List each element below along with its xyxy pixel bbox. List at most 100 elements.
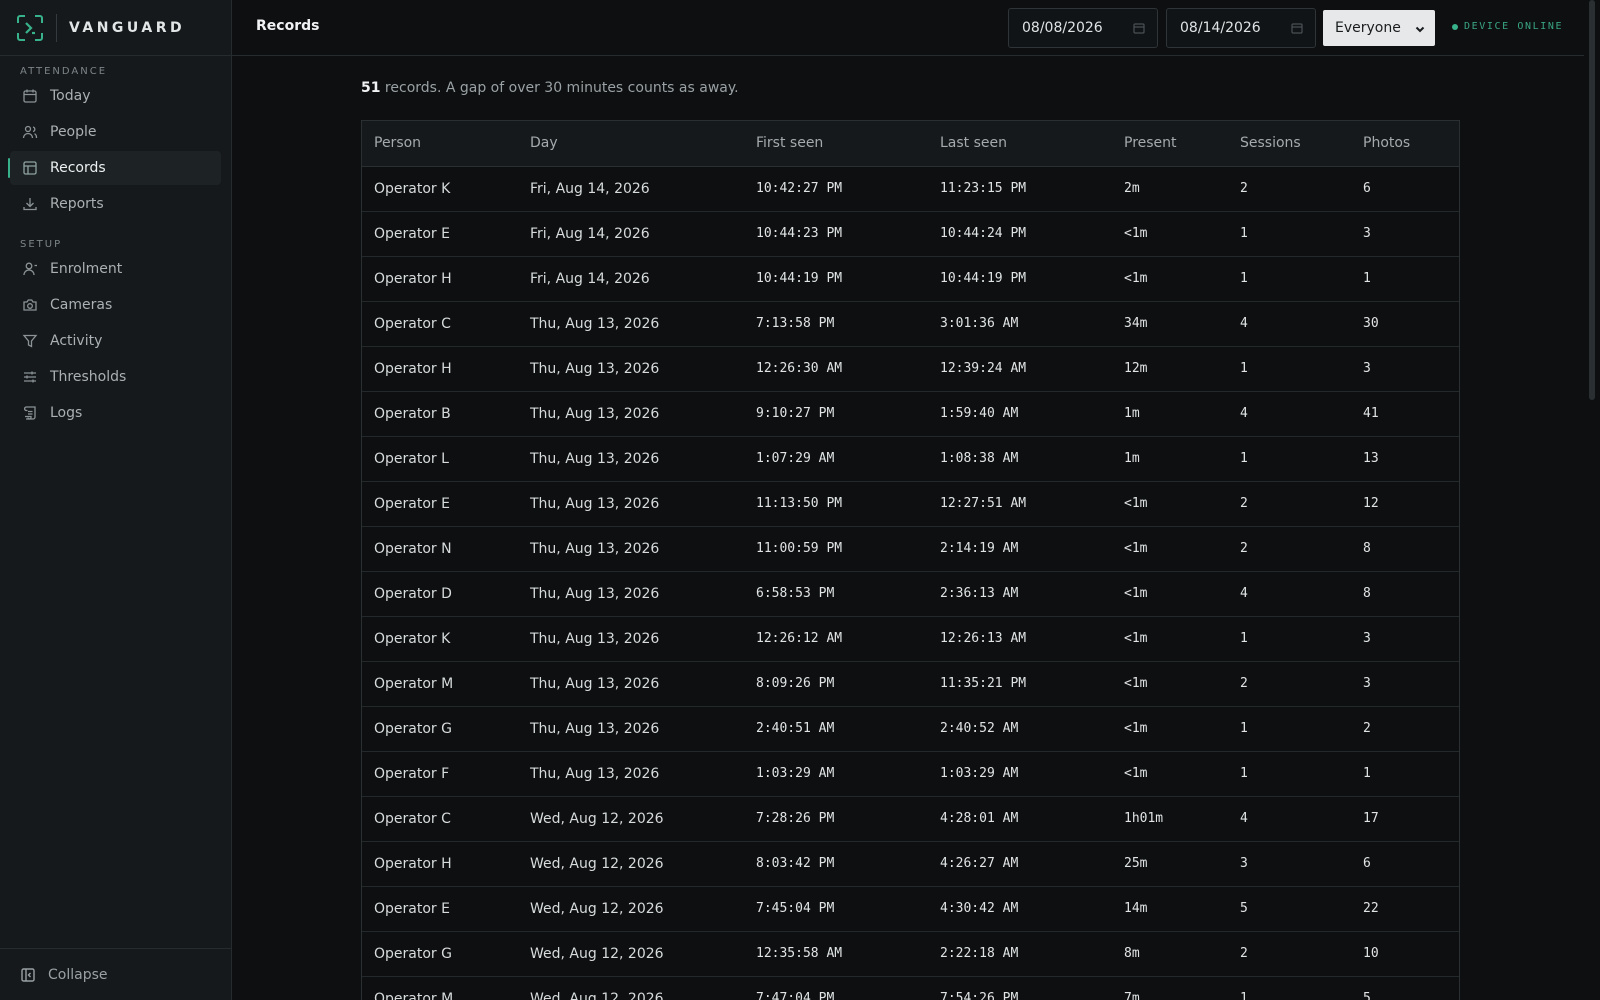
cell-first-seen: 9:10:27 PM xyxy=(756,406,835,421)
table-row[interactable]: Operator C Wed, Aug 12, 2026 7:28:26 PM 4:2… xyxy=(362,796,1459,841)
cell-photos: 3 xyxy=(1363,676,1371,691)
table-row[interactable]: Operator E Thu, Aug 13, 2026 11:13:50 PM 12… xyxy=(362,481,1459,526)
to-date-input[interactable]: 08/14/2026 xyxy=(1166,8,1316,48)
sidebar-item-reports[interactable]: Reports xyxy=(10,187,221,221)
cell-first-seen: 7:45:04 PM xyxy=(756,901,835,916)
sidebar-item-logs[interactable]: Logs xyxy=(10,396,221,430)
cell-first-seen: 7:47:04 PM xyxy=(756,991,835,1000)
cell-sessions: 4 xyxy=(1240,586,1248,601)
download-icon xyxy=(22,196,38,212)
cell-day: Thu, Aug 13, 2026 xyxy=(530,315,660,332)
records-count: 51 xyxy=(361,80,381,96)
table-row[interactable]: Operator H Thu, Aug 13, 2026 12:26:30 AM 12… xyxy=(362,346,1459,391)
column-header-day[interactable]: Day xyxy=(518,121,744,167)
scrollbar-thumb[interactable] xyxy=(1589,0,1595,400)
brand-name: VANGUARD xyxy=(69,19,186,36)
table-row[interactable]: Operator E Fri, Aug 14, 2026 10:44:23 PM 10… xyxy=(362,211,1459,256)
cell-person: Operator E xyxy=(374,900,450,917)
brand: VANGUARD xyxy=(0,0,231,56)
table-row[interactable]: Operator B Thu, Aug 13, 2026 9:10:27 PM 1:5… xyxy=(362,391,1459,436)
sidebar-item-label: Logs xyxy=(50,405,83,421)
cell-first-seen: 7:28:26 PM xyxy=(756,811,835,826)
column-header-present[interactable]: Present xyxy=(1112,121,1228,167)
person-select[interactable]: Everyone xyxy=(1323,10,1435,46)
cell-photos: 2 xyxy=(1363,721,1371,736)
cell-last-seen: 4:26:27 AM xyxy=(940,856,1019,871)
sidebar-item-label: Records xyxy=(50,160,106,176)
sidebar-item-enrolment[interactable]: Enrolment xyxy=(10,252,221,286)
cell-person: Operator L xyxy=(374,450,449,467)
cell-present: 1h01m xyxy=(1124,811,1164,826)
table-row[interactable]: Operator C Thu, Aug 13, 2026 7:13:58 PM 3:0… xyxy=(362,301,1459,346)
device-status-label: DEVICE ONLINE xyxy=(1464,21,1564,32)
sidebar-item-today[interactable]: Today xyxy=(10,79,221,113)
cell-day: Thu, Aug 13, 2026 xyxy=(530,765,660,782)
cell-last-seen: 2:14:19 AM xyxy=(940,541,1019,556)
table-row[interactable]: Operator G Thu, Aug 13, 2026 2:40:51 AM 2:4… xyxy=(362,706,1459,751)
cell-last-seen: 10:44:24 PM xyxy=(940,226,1027,241)
cell-present: <1m xyxy=(1124,721,1148,736)
cell-first-seen: 12:26:12 AM xyxy=(756,631,843,646)
table-row[interactable]: Operator D Thu, Aug 13, 2026 6:58:53 PM 2:3… xyxy=(362,571,1459,616)
records-summary: 51 records. A gap of over 30 minutes cou… xyxy=(361,80,739,96)
table-icon xyxy=(22,160,38,176)
cell-day: Wed, Aug 12, 2026 xyxy=(530,900,664,917)
cell-day: Fri, Aug 14, 2026 xyxy=(530,180,650,197)
table-row[interactable]: Operator L Thu, Aug 13, 2026 1:07:29 AM 1:0… xyxy=(362,436,1459,481)
cell-person: Operator N xyxy=(374,540,452,557)
cell-day: Thu, Aug 13, 2026 xyxy=(530,495,660,512)
sidebar-item-people[interactable]: People xyxy=(10,115,221,149)
scrollbar[interactable] xyxy=(1584,0,1600,1000)
table-row[interactable]: Operator N Thu, Aug 13, 2026 11:00:59 PM 2:… xyxy=(362,526,1459,571)
cell-first-seen: 8:03:42 PM xyxy=(756,856,835,871)
sidebar-item-cameras[interactable]: Cameras xyxy=(10,288,221,322)
column-header-sessions[interactable]: Sessions xyxy=(1228,121,1351,167)
cell-photos: 1 xyxy=(1363,271,1371,286)
column-header-person[interactable]: Person xyxy=(362,121,518,167)
cell-person: Operator M xyxy=(374,675,454,692)
cell-last-seen: 12:39:24 AM xyxy=(940,361,1027,376)
device-status: DEVICE ONLINE xyxy=(1452,21,1563,32)
to-date-value: 08/14/2026 xyxy=(1180,20,1261,36)
column-header-first-seen[interactable]: First seen xyxy=(744,121,928,167)
cell-present: 2m xyxy=(1124,181,1140,196)
column-header-last-seen[interactable]: Last seen xyxy=(928,121,1112,167)
cell-sessions: 1 xyxy=(1240,451,1248,466)
sidebar-item-records[interactable]: Records xyxy=(8,151,221,185)
collapse-button[interactable]: Collapse xyxy=(0,948,231,1000)
cell-photos: 8 xyxy=(1363,541,1371,556)
table-row[interactable]: Operator H Wed, Aug 12, 2026 8:03:42 PM 4:2… xyxy=(362,841,1459,886)
records-table: Person Day First seen Last seen Present Sessi… xyxy=(361,120,1460,1000)
calendar-picker-icon[interactable] xyxy=(1291,22,1303,34)
cell-first-seen: 1:07:29 AM xyxy=(756,451,835,466)
from-date-input[interactable]: 08/08/2026 xyxy=(1008,8,1158,48)
cell-present: <1m xyxy=(1124,271,1148,286)
cell-person: Operator F xyxy=(374,765,450,782)
table-header-row: Person Day First seen Last seen Present Sessi… xyxy=(362,121,1459,167)
table-row[interactable]: Operator E Wed, Aug 12, 2026 7:45:04 PM 4:3… xyxy=(362,886,1459,931)
sidebar-item-label: People xyxy=(50,124,97,140)
cell-photos: 3 xyxy=(1363,226,1371,241)
table-row[interactable]: Operator F Thu, Aug 13, 2026 1:03:29 AM 1:0… xyxy=(362,751,1459,796)
people-icon xyxy=(22,124,38,140)
cell-sessions: 5 xyxy=(1240,901,1248,916)
table-row[interactable]: Operator G Wed, Aug 12, 2026 12:35:58 AM 2:… xyxy=(362,931,1459,976)
cell-first-seen: 11:13:50 PM xyxy=(756,496,843,511)
cell-first-seen: 1:03:29 AM xyxy=(756,766,835,781)
sidebar-nav: ATTENDANCE Today People Records Reports SETUP… xyxy=(0,66,231,430)
table-row[interactable]: Operator M Wed, Aug 12, 2026 7:47:04 PM 7:5… xyxy=(362,976,1459,1000)
calendar-picker-icon[interactable] xyxy=(1133,22,1145,34)
table-row[interactable]: Operator K Fri, Aug 14, 2026 10:42:27 PM 11… xyxy=(362,166,1459,211)
cell-day: Thu, Aug 13, 2026 xyxy=(530,720,660,737)
sidebar-item-thresholds[interactable]: Thresholds xyxy=(10,360,221,394)
cell-day: Fri, Aug 14, 2026 xyxy=(530,225,650,242)
cell-person: Operator M xyxy=(374,990,454,1000)
cell-sessions: 4 xyxy=(1240,316,1248,331)
table-row[interactable]: Operator H Fri, Aug 14, 2026 10:44:19 PM 10… xyxy=(362,256,1459,301)
table-row[interactable]: Operator K Thu, Aug 13, 2026 12:26:12 AM 12… xyxy=(362,616,1459,661)
sidebar-item-activity[interactable]: Activity xyxy=(10,324,221,358)
column-header-photos[interactable]: Photos xyxy=(1351,121,1459,167)
cell-first-seen: 11:00:59 PM xyxy=(756,541,843,556)
cell-first-seen: 2:40:51 AM xyxy=(756,721,835,736)
table-row[interactable]: Operator M Thu, Aug 13, 2026 8:09:26 PM 11:… xyxy=(362,661,1459,706)
